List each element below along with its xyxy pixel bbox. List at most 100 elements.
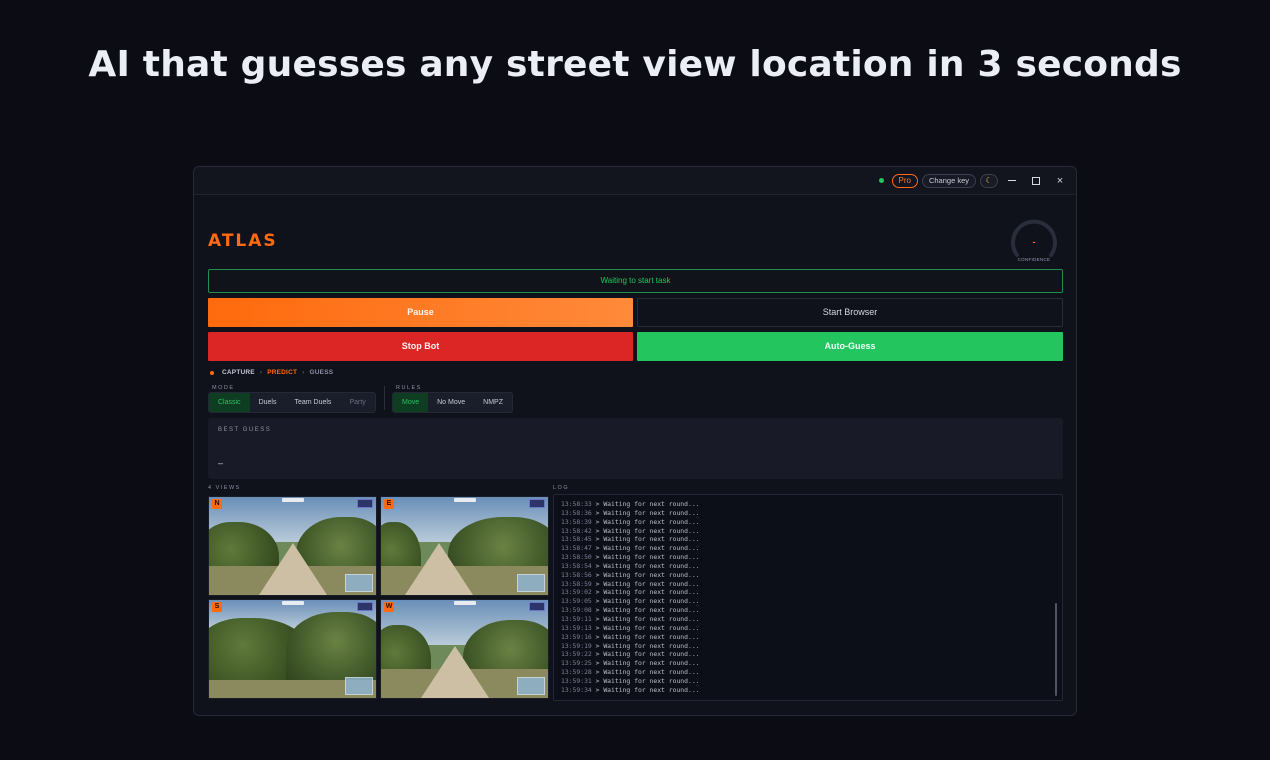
log-timestamp: 13:59:02	[561, 588, 596, 597]
log-line: 13:58:56 > Waiting for next round...	[561, 571, 700, 580]
log-line: 13:59:05 > Waiting for next round...	[561, 597, 700, 606]
log-message: > Waiting for next round...	[595, 685, 700, 694]
app-window: Pro Change key ☾ × ATLAS - CONFIDENCE Wa…	[193, 166, 1077, 716]
maximize-button[interactable]	[1026, 173, 1046, 189]
log-timestamp: 13:58:54	[561, 561, 596, 570]
log-line: 13:59:08 > Waiting for next round...	[561, 606, 700, 615]
log-message: > Waiting for next round...	[595, 544, 700, 553]
log-timestamp: 13:59:19	[561, 641, 596, 650]
pipeline-separator: ›	[302, 369, 305, 376]
maximize-icon	[1032, 176, 1040, 185]
pause-button[interactable]: Pause	[208, 298, 633, 327]
log-message: > Waiting for next round...	[595, 561, 700, 570]
view-toolbar	[453, 601, 476, 605]
log-timestamp: 13:59:25	[561, 659, 596, 668]
log-timestamp: 13:59:22	[561, 650, 596, 659]
log-timestamp: 13:59:13	[561, 623, 596, 632]
log-lines: 13:58:33 > Waiting for next round... 13:5…	[561, 500, 700, 695]
view-toolbar	[453, 498, 476, 502]
log-message: > Waiting for next round...	[595, 526, 700, 535]
log-line: 13:58:36 > Waiting for next round...	[561, 509, 700, 518]
minimize-button[interactable]	[1002, 173, 1022, 189]
stop-bot-button[interactable]: Stop Bot	[208, 332, 633, 361]
log-line: 13:58:47 > Waiting for next round...	[561, 544, 700, 553]
street-view-west[interactable]: W	[380, 599, 549, 699]
log-timestamp: 13:59:05	[561, 597, 596, 606]
theme-toggle-button[interactable]: ☾	[980, 173, 998, 188]
log-line: 13:59:22 > Waiting for next round...	[561, 650, 700, 659]
mode-option-team-duels[interactable]: Team Duels	[285, 393, 340, 412]
log-line: 13:59:28 > Waiting for next round...	[561, 668, 700, 677]
street-view-south[interactable]: S	[208, 599, 377, 699]
moon-icon: ☾	[985, 175, 993, 185]
mode-option-classic[interactable]: Classic	[209, 393, 250, 412]
log-timestamp: 13:59:11	[561, 614, 596, 623]
pipeline-separator: ›	[259, 369, 263, 376]
pipeline-step-capture: CAPTURE	[222, 369, 255, 376]
mini-map	[517, 677, 545, 695]
rules-option-no-move[interactable]: No Move	[428, 393, 474, 412]
section-divider	[384, 386, 385, 410]
mode-option-duels[interactable]: Duels	[250, 393, 286, 412]
view-hud-icon	[529, 499, 545, 508]
log-timestamp: 13:58:59	[561, 579, 596, 588]
view-hud-icon	[357, 602, 373, 611]
log-line: 13:58:59 > Waiting for next round...	[561, 580, 700, 589]
pipeline-status-dot	[210, 370, 214, 375]
log-scrollbar[interactable]	[1055, 603, 1057, 696]
log-message: > Waiting for next round...	[595, 650, 700, 659]
log-message: > Waiting for next round...	[595, 535, 700, 544]
log-line: 13:59:02 > Waiting for next round...	[561, 588, 700, 597]
log-timestamp: 13:58:47	[561, 544, 596, 553]
start-browser-button[interactable]: Start Browser	[637, 298, 1063, 327]
minimize-icon	[1008, 180, 1016, 181]
view-toolbar	[281, 601, 304, 605]
log-timestamp: 13:59:16	[561, 632, 596, 641]
mini-map	[345, 677, 373, 695]
views-label: 4 VIEWS	[208, 485, 241, 491]
confidence-value: -	[1032, 237, 1036, 247]
log-timestamp: 13:58:45	[561, 535, 596, 544]
best-guess-panel: BEST GUESS –	[208, 418, 1063, 479]
view-toolbar	[281, 498, 304, 502]
status-bar: Waiting to start task	[208, 269, 1063, 293]
pipeline-step-predict: PREDICT	[267, 369, 298, 376]
mode-option-party[interactable]: Party	[340, 393, 374, 412]
rules-label: RULES	[396, 385, 422, 391]
mode-label: MODE	[212, 385, 235, 391]
pro-badge[interactable]: Pro	[891, 173, 918, 188]
pipeline-step-guess: GUESS	[309, 369, 334, 376]
log-timestamp: 13:59:08	[561, 606, 596, 615]
log-line: 13:59:19 > Waiting for next round...	[561, 642, 700, 651]
street-view-north[interactable]: N	[208, 496, 377, 596]
log-line: 13:59:31 > Waiting for next round...	[561, 677, 700, 686]
log-message: > Waiting for next round...	[595, 676, 700, 685]
views-grid: N E S W	[208, 496, 549, 700]
auto-guess-button[interactable]: Auto-Guess	[637, 332, 1063, 361]
log-message: > Waiting for next round...	[595, 517, 700, 526]
connection-status-dot	[878, 178, 884, 183]
rules-option-move[interactable]: Move	[393, 393, 429, 412]
log-timestamp: 13:59:31	[561, 676, 596, 685]
log-timestamp: 13:58:39	[561, 517, 596, 526]
direction-badge: E	[384, 499, 394, 509]
log-label: LOG	[553, 485, 570, 491]
log-message: > Waiting for next round...	[595, 553, 700, 562]
log-line: 13:59:34 > Waiting for next round...	[561, 686, 700, 695]
log-message: > Waiting for next round...	[595, 614, 700, 623]
log-line: 13:58:50 > Waiting for next round...	[561, 553, 700, 562]
log-panel[interactable]: 13:58:33 > Waiting for next round... 13:5…	[553, 494, 1063, 701]
rules-option-nmpz[interactable]: NMPZ	[474, 393, 512, 412]
change-key-button[interactable]: Change key	[921, 173, 976, 188]
direction-badge: N	[212, 499, 222, 509]
log-message: > Waiting for next round...	[595, 659, 700, 668]
log-timestamp: 13:58:56	[561, 570, 596, 579]
log-message: > Waiting for next round...	[595, 623, 700, 632]
app-logo: ATLAS	[208, 231, 278, 251]
log-line: 13:59:13 > Waiting for next round...	[561, 624, 700, 633]
close-button[interactable]: ×	[1050, 173, 1070, 189]
log-line: 13:59:25 > Waiting for next round...	[561, 659, 700, 668]
street-view-east[interactable]: E	[380, 496, 549, 596]
log-line: 13:58:54 > Waiting for next round...	[561, 562, 700, 571]
log-message: > Waiting for next round...	[595, 641, 700, 650]
